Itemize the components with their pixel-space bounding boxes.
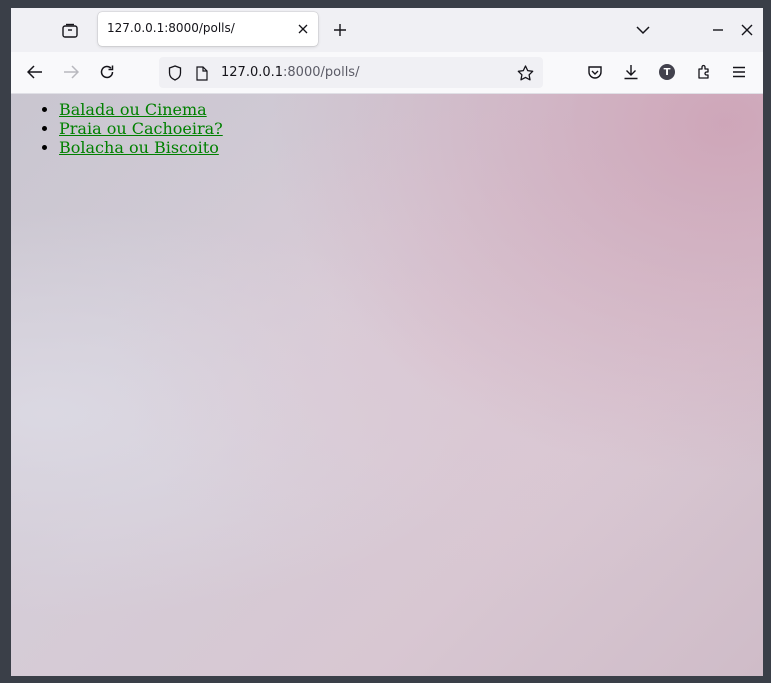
tab-title: 127.0.0.1:8000/polls/	[107, 21, 235, 35]
back-arrow-icon[interactable]	[25, 62, 45, 82]
account-avatar[interactable]: T	[657, 62, 677, 82]
reload-icon[interactable]	[97, 62, 117, 82]
list-item: Balada ou Cinema	[59, 100, 223, 119]
navigation-toolbar: 127.0.0.1:8000/polls/ T	[11, 52, 763, 94]
poll-list: Balada ou Cinema Praia ou Cachoeira? Bol…	[11, 100, 223, 157]
shield-icon[interactable]	[166, 64, 184, 82]
url-path: :8000/polls/	[283, 65, 360, 80]
window-close-icon[interactable]	[738, 21, 756, 39]
account-initial: T	[659, 64, 675, 80]
url-text[interactable]: 127.0.0.1:8000/polls/	[221, 65, 359, 80]
pocket-icon[interactable]	[585, 62, 605, 82]
extensions-icon[interactable]	[694, 62, 714, 82]
chevron-down-icon[interactable]	[634, 21, 652, 39]
menu-icon[interactable]	[729, 62, 749, 82]
browser-window: 127.0.0.1:8000/polls/ 127.0.0.1:8000/pol…	[11, 8, 763, 676]
download-icon[interactable]	[621, 62, 641, 82]
url-host: 127.0.0.1	[221, 65, 284, 80]
plus-icon[interactable]	[331, 21, 349, 39]
poll-link[interactable]: Praia ou Cachoeira?	[59, 119, 223, 138]
page-icon[interactable]	[193, 64, 211, 82]
url-bar[interactable]: 127.0.0.1:8000/polls/	[159, 57, 543, 88]
star-icon[interactable]	[516, 64, 534, 82]
poll-link[interactable]: Balada ou Cinema	[59, 100, 207, 119]
list-item: Bolacha ou Biscoito	[59, 138, 223, 157]
page-content: Balada ou Cinema Praia ou Cachoeira? Bol…	[11, 94, 763, 676]
tab-strip: 127.0.0.1:8000/polls/	[11, 8, 763, 52]
close-icon[interactable]	[296, 22, 310, 36]
forward-arrow-icon[interactable]	[61, 62, 81, 82]
tab-overview-icon[interactable]	[59, 20, 81, 42]
minimize-icon[interactable]	[709, 21, 727, 39]
poll-link[interactable]: Bolacha ou Biscoito	[59, 138, 219, 157]
active-tab[interactable]: 127.0.0.1:8000/polls/	[98, 12, 318, 46]
list-item: Praia ou Cachoeira?	[59, 119, 223, 138]
